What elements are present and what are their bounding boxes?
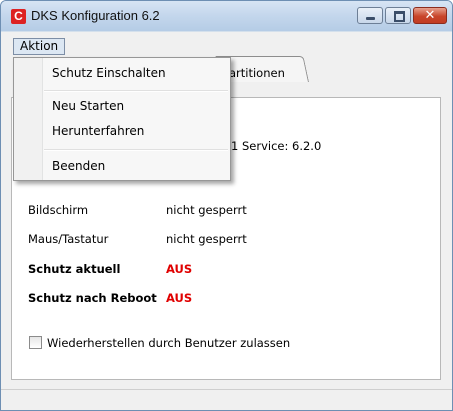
maus-tastatur-label: Maus/Tastatur (28, 232, 109, 246)
app-window: C DKS Konfiguration 6.2 ✕ Aktion artitio… (0, 0, 453, 411)
schutz-reboot-label: Schutz nach Reboot (28, 291, 157, 305)
menu-item-beenden[interactable]: Beenden (52, 159, 105, 173)
minimize-icon (358, 8, 382, 23)
window-title: DKS Konfiguration 6.2 (31, 8, 160, 23)
minimize-button[interactable] (357, 7, 383, 24)
menu-icon-gutter (14, 58, 43, 180)
menu-item-herunterfahren[interactable]: Herunterfahren (52, 124, 144, 138)
schutz-reboot-value: AUS (166, 291, 193, 305)
bildschirm-value: nicht gesperrt (166, 203, 247, 217)
menu-separator (44, 149, 228, 151)
bildschirm-label: Bildschirm (28, 203, 89, 217)
app-logo-icon: C (11, 9, 26, 24)
aktion-dropdown-menu: Schutz Einschalten Neu Starten Herunterf… (13, 57, 231, 181)
maximize-icon (386, 8, 410, 23)
menu-separator (44, 90, 228, 92)
title-bar[interactable]: C DKS Konfiguration 6.2 ✕ (1, 1, 452, 31)
menu-bar: Aktion (1, 32, 452, 55)
maximize-button[interactable] (385, 7, 411, 24)
schutz-aktuell-value: AUS (166, 262, 193, 276)
service-version: 1 Service: 6.2.0 (231, 139, 322, 153)
maus-tastatur-value: nicht gesperrt (166, 232, 247, 246)
menu-item-schutz-einschalten[interactable]: Schutz Einschalten (52, 66, 166, 80)
menu-item-neu-starten[interactable]: Neu Starten (52, 99, 124, 113)
restore-checkbox-label[interactable]: Wiederherstellen durch Benutzer zulassen (47, 336, 290, 350)
close-button[interactable]: ✕ (413, 7, 447, 24)
close-icon: ✕ (424, 8, 436, 23)
tab-partitionen-label: artitionen (229, 66, 285, 80)
schutz-aktuell-label: Schutz aktuell (28, 262, 121, 276)
menu-aktion[interactable]: Aktion (13, 38, 66, 55)
status-bar (1, 389, 452, 410)
restore-checkbox[interactable] (29, 336, 42, 349)
